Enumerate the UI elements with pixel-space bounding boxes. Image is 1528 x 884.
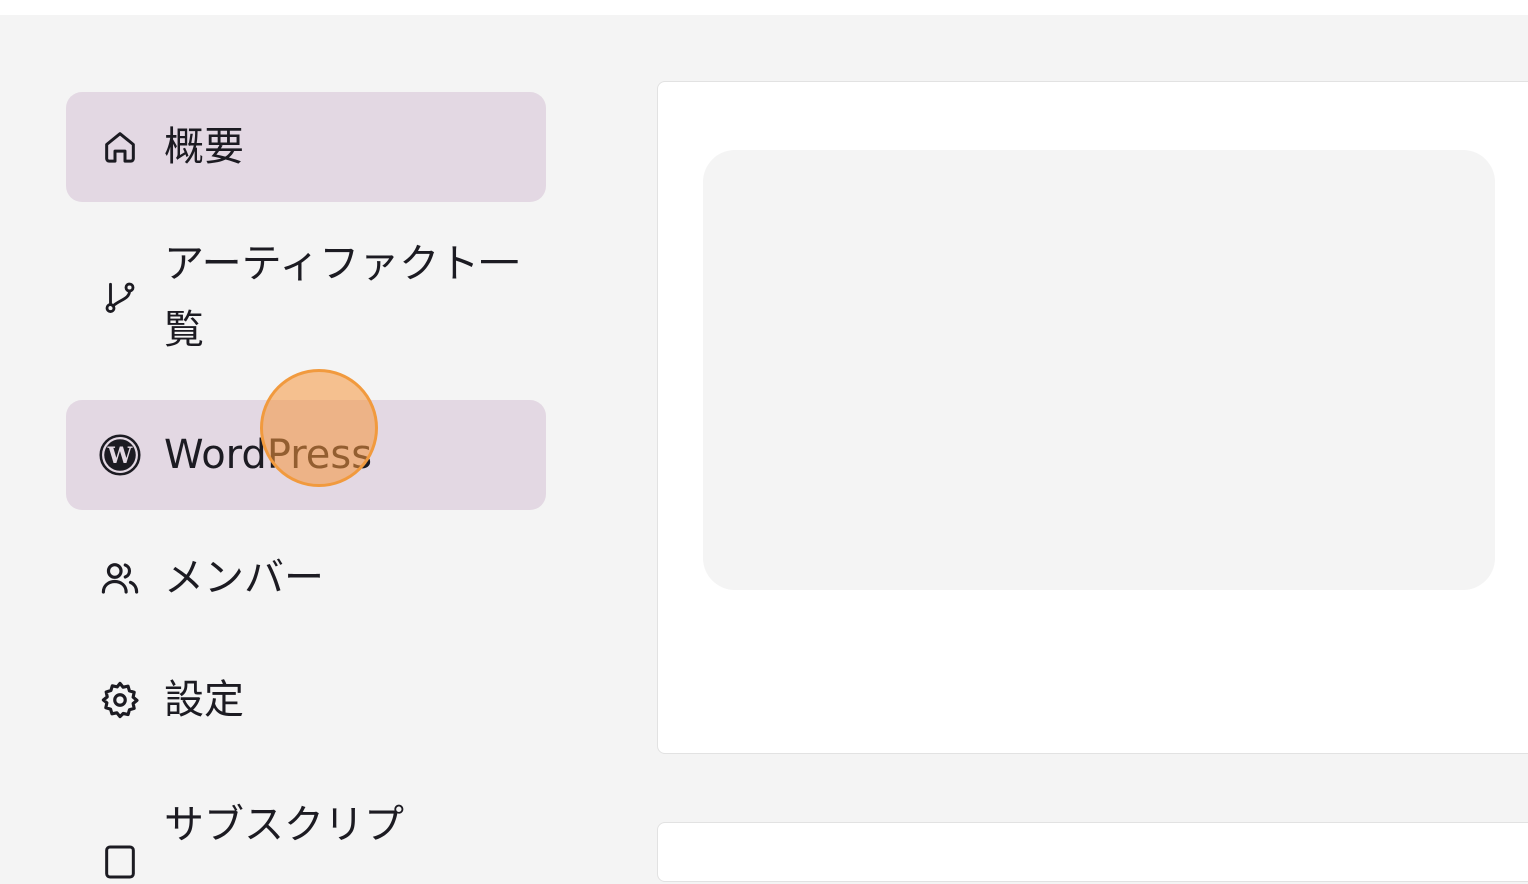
git-branch-icon — [98, 275, 142, 319]
sidebar-item-artifacts[interactable]: アーティファクト一覧 — [66, 232, 546, 362]
sidebar-item-label: 設定 — [164, 677, 244, 723]
home-icon — [98, 125, 142, 169]
sidebar-item-label: WordPress — [164, 432, 373, 478]
sidebar-item-settings[interactable]: 設定 — [66, 642, 546, 758]
sidebar-item-label: 概要 — [164, 124, 244, 170]
svg-text:W: W — [107, 443, 133, 469]
secondary-content-card — [657, 822, 1528, 882]
users-icon — [98, 556, 142, 600]
sidebar-item-label: アーティファクト一覧 — [164, 241, 520, 353]
wordpress-icon: W — [98, 433, 142, 477]
loading-placeholder — [703, 150, 1495, 590]
sidebar-item-subscription[interactable]: サブスクリプ — [66, 792, 546, 879]
sidebar-item-label: メンバー — [164, 555, 324, 601]
sidebar-item-wordpress[interactable]: W WordPress — [66, 400, 546, 510]
top-bar — [0, 0, 1528, 15]
sidebar-item-label: サブスクリプ — [164, 802, 404, 848]
card-icon — [98, 840, 142, 884]
gear-icon — [98, 678, 142, 722]
sidebar-item-overview[interactable]: 概要 — [66, 92, 546, 202]
main-content-card — [657, 81, 1528, 754]
sidebar-item-members[interactable]: メンバー — [66, 520, 546, 636]
